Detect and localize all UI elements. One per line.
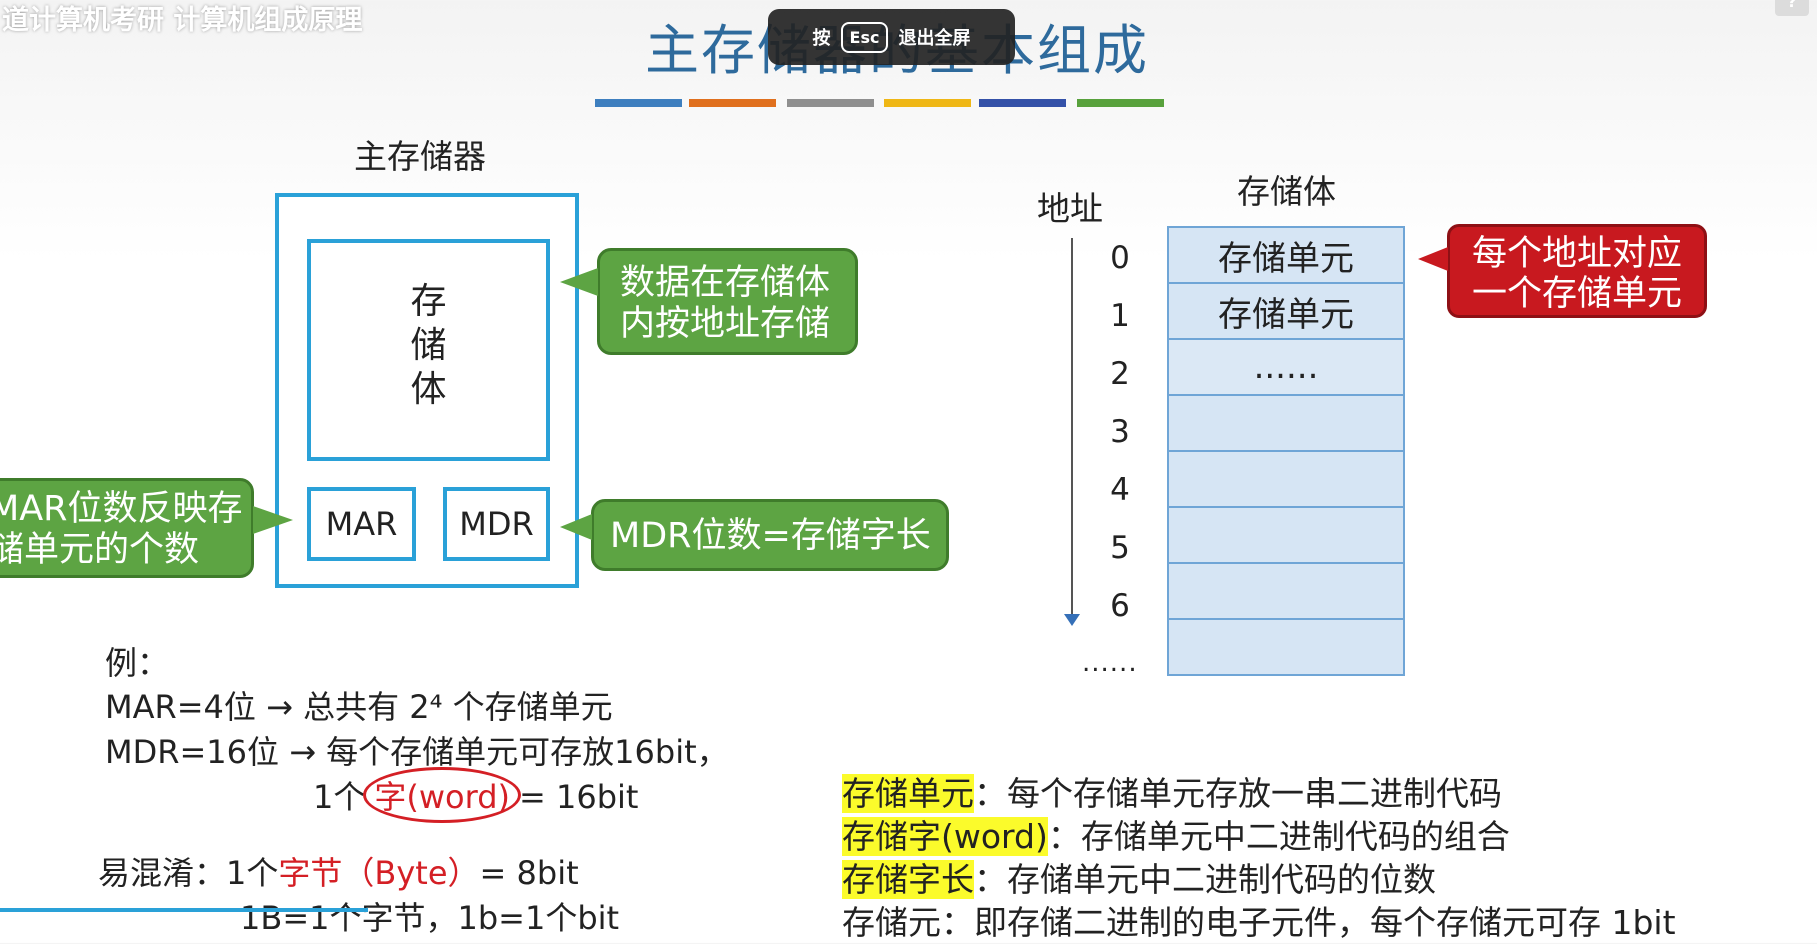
video-progress-bar[interactable] bbox=[0, 908, 368, 912]
storage-cell bbox=[1167, 618, 1405, 676]
color-bar-2 bbox=[689, 99, 776, 107]
callout-data-storage: 数据在存储体 内按地址存储 bbox=[560, 248, 858, 355]
video-title: 道计算机考研 计算机组成原理 bbox=[2, 5, 363, 36]
address-3: 3 bbox=[1110, 414, 1130, 450]
color-bar-6 bbox=[1077, 99, 1164, 107]
example-line-mdr: MDR=16位 → 每个存储单元可存放16bit， bbox=[105, 733, 729, 771]
callout-mar: MAR位数反映存 储单元的个数 bbox=[0, 478, 293, 578]
byte-term: 字节（Byte） bbox=[278, 854, 480, 892]
address-0: 0 bbox=[1110, 240, 1130, 276]
address-1: 1 bbox=[1110, 298, 1130, 334]
definition-storage-element: 存储元：即存储二进制的电子元件，每个存储元可存 1bit bbox=[842, 903, 1676, 942]
exit-text: 退出全屏 bbox=[898, 28, 971, 49]
storage-body-title: 存储体 bbox=[1237, 172, 1336, 211]
word-circled: 字(word) bbox=[363, 767, 522, 823]
exit-fullscreen-hint[interactable]: 按 Esc 退出全屏 bbox=[768, 9, 1015, 65]
color-bar-4 bbox=[884, 99, 971, 107]
definition-word-length: 存储字长：存储单元中二进制代码的位数 bbox=[842, 860, 1436, 899]
storage-cell: 存储单元 bbox=[1167, 282, 1405, 340]
mar-register: MAR bbox=[307, 487, 416, 561]
storage-cell: ...... bbox=[1167, 338, 1405, 396]
esc-key-icon: Esc bbox=[840, 21, 889, 53]
color-bar-3 bbox=[787, 99, 874, 107]
address-more: ...... bbox=[1082, 648, 1138, 678]
main-memory-label: 主存储器 bbox=[354, 137, 486, 176]
color-bar-1 bbox=[595, 99, 682, 107]
address-axis bbox=[1071, 238, 1073, 616]
storage-cell bbox=[1167, 562, 1405, 620]
callout-mdr: MDR位数=存储字长 bbox=[560, 499, 949, 571]
example-line-word: 1个 字(word) = 16bit bbox=[313, 767, 638, 823]
callout-address-cell: 每个地址对应 一个存储单元 bbox=[1418, 224, 1707, 318]
storage-body-label: 存 储 体 bbox=[410, 281, 447, 410]
address-2: 2 bbox=[1110, 356, 1130, 392]
example-byte-bit: 1B=1个字节，1b=1个bit bbox=[240, 899, 620, 937]
color-bar-5 bbox=[979, 99, 1066, 107]
exit-prefix: 按 bbox=[812, 28, 831, 49]
definition-storage-word: 存储字(word)：存储单元中二进制代码的组合 bbox=[842, 817, 1510, 856]
address-arrow-icon bbox=[1064, 614, 1080, 626]
storage-cell: 存储单元 bbox=[1167, 226, 1405, 284]
address-5: 5 bbox=[1110, 530, 1130, 566]
help-icon[interactable]: ? bbox=[1775, 0, 1809, 16]
storage-cells: 存储单元 存储单元 ...... bbox=[1167, 226, 1405, 676]
address-label: 地址 bbox=[1037, 189, 1103, 228]
example-confuse: 易混淆：1个字节（Byte）= 8bit bbox=[98, 854, 579, 892]
storage-cell bbox=[1167, 506, 1405, 564]
address-6: 6 bbox=[1110, 588, 1130, 624]
example-line-mar: MAR=4位 → 总共有 2⁴ 个存储单元 bbox=[105, 688, 613, 726]
mdr-register: MDR bbox=[443, 487, 550, 561]
address-4: 4 bbox=[1110, 472, 1130, 508]
storage-cell bbox=[1167, 450, 1405, 508]
example-heading: 例： bbox=[105, 644, 170, 682]
storage-cell bbox=[1167, 394, 1405, 452]
definition-storage-unit: 存储单元：每个存储单元存放一串二进制代码 bbox=[842, 774, 1502, 813]
